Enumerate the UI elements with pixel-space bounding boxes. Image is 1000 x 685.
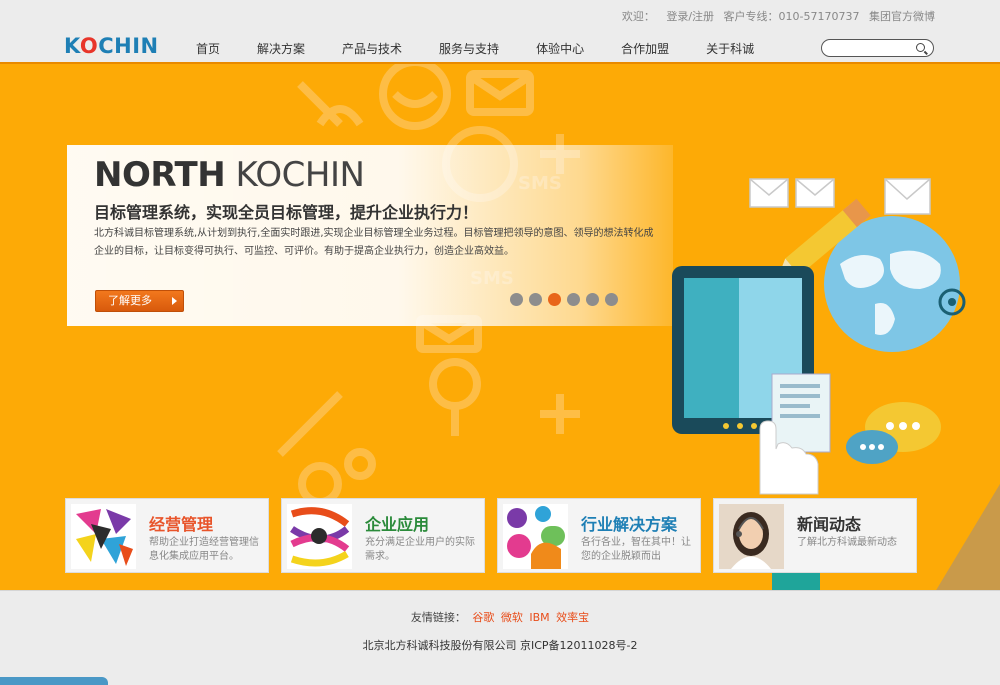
friend-links: 友情链接： 谷歌 微软 IBM 效率宝 bbox=[0, 609, 1000, 625]
login-link[interactable]: 登录 bbox=[666, 10, 688, 23]
nav-service[interactable]: 服务与支持 bbox=[439, 40, 499, 57]
slide-title: NORTH KOCHIN bbox=[94, 155, 365, 195]
card-news[interactable]: 新闻动态 了解北方科诚最新动态 bbox=[713, 498, 917, 573]
main-nav: 首页 解决方案 产品与技术 服务与支持 体验中心 合作加盟 关于科诚 bbox=[196, 40, 754, 57]
card-description: 充分满足企业用户的实际需求。 bbox=[365, 537, 475, 562]
envelope-icons bbox=[749, 178, 931, 215]
bottom-tab[interactable] bbox=[0, 677, 108, 685]
industry-solutions-icon bbox=[503, 504, 568, 569]
card-industry-solutions[interactable]: 行业解决方案 各行各业，智在其中！让您的企业脱颖而出 bbox=[497, 498, 701, 573]
card-enterprise-apps[interactable]: 企业应用 充分满足企业用户的实际需求。 bbox=[281, 498, 485, 573]
slide-dot-5[interactable] bbox=[586, 293, 599, 306]
site-header: KOCHIN 首页 解决方案 产品与技术 服务与支持 体验中心 合作加盟 关于科… bbox=[0, 32, 1000, 62]
card-title: 经营管理 bbox=[149, 515, 214, 534]
slide-dot-3[interactable] bbox=[548, 293, 561, 306]
search-input[interactable] bbox=[830, 41, 916, 55]
link-microsoft[interactable]: 微软 bbox=[501, 611, 523, 624]
slide-title-thin: KOCHIN bbox=[235, 155, 365, 195]
search-icon[interactable] bbox=[916, 43, 925, 52]
card-description: 各行各业，智在其中！让您的企业脱颖而出 bbox=[581, 537, 691, 562]
card-title: 新闻动态 bbox=[797, 515, 862, 534]
slide-panel: NORTH KOCHIN 目标管理系统，实现全员目标管理，提升企业执行力！ 北方… bbox=[67, 145, 673, 326]
link-google[interactable]: 谷歌 bbox=[472, 611, 494, 624]
nav-about[interactable]: 关于科诚 bbox=[706, 40, 754, 57]
business-management-icon bbox=[71, 504, 136, 569]
card-description: 了解北方科诚最新动态 bbox=[797, 537, 897, 548]
nav-home[interactable]: 首页 bbox=[196, 40, 220, 57]
copyright-text: 北京北方科诚科技股份有限公司 京ICP备12011028号-2 bbox=[362, 639, 638, 652]
hero-banner: SMS SMS NORTH KOCHIN 目标管理系统，实现全员目标管理，提升企… bbox=[0, 62, 1000, 590]
topbar-links: 欢迎： 登录/注册 客户专线：010-57170737 集团官方微博 bbox=[616, 8, 935, 24]
card-description: 帮助企业打造经营管理信息化集成应用平台。 bbox=[149, 537, 259, 562]
search-box bbox=[821, 39, 934, 57]
nav-solutions[interactable]: 解决方案 bbox=[257, 40, 305, 57]
kochin-logo[interactable]: KOCHIN bbox=[64, 34, 159, 58]
friend-links-label: 友情链接： bbox=[410, 611, 466, 624]
slide-pagination bbox=[510, 293, 624, 306]
slide-dot-1[interactable] bbox=[510, 293, 523, 306]
nav-partner[interactable]: 合作加盟 bbox=[621, 40, 669, 57]
customer-service-photo bbox=[719, 504, 784, 569]
learn-more-button[interactable]: 了解更多 bbox=[95, 290, 184, 312]
nav-experience[interactable]: 体验中心 bbox=[536, 40, 584, 57]
chevron-right-icon bbox=[172, 297, 177, 305]
card-title: 企业应用 bbox=[365, 515, 430, 534]
welcome-text: 欢迎： bbox=[621, 10, 655, 23]
site-footer: 友情链接： 谷歌 微软 IBM 效率宝 北京北方科诚科技股份有限公司 京ICP备… bbox=[0, 590, 1000, 685]
top-utility-bar: 欢迎： 登录/注册 客户专线：010-57170737 集团官方微博 bbox=[0, 0, 1000, 32]
card-title: 行业解决方案 bbox=[581, 515, 678, 534]
slide-dot-2[interactable] bbox=[529, 293, 542, 306]
slide-title-bold: NORTH bbox=[94, 155, 226, 195]
hotline-text: 客户专线：010-57170737 bbox=[723, 10, 860, 23]
weibo-link[interactable]: 集团官方微博 bbox=[869, 10, 935, 23]
nav-products[interactable]: 产品与技术 bbox=[342, 40, 402, 57]
register-link[interactable]: 注册 bbox=[692, 10, 714, 23]
slide-description: 北方科诚目标管理系统,从计划到执行,全面实时跟进,实现企业目标管理全业务过程。目… bbox=[94, 228, 654, 257]
slide-subtitle: 目标管理系统，实现全员目标管理，提升企业执行力！ bbox=[94, 203, 479, 222]
slide-dot-6[interactable] bbox=[605, 293, 618, 306]
link-ibm[interactable]: IBM bbox=[529, 611, 549, 624]
link-xiaolvbao[interactable]: 效率宝 bbox=[556, 611, 589, 624]
learn-more-label: 了解更多 bbox=[108, 294, 152, 307]
enterprise-apps-icon bbox=[287, 504, 352, 569]
slide-dot-4[interactable] bbox=[567, 293, 580, 306]
card-business-management[interactable]: 经营管理 帮助企业打造经营管理信息化集成应用平台。 bbox=[65, 498, 269, 573]
